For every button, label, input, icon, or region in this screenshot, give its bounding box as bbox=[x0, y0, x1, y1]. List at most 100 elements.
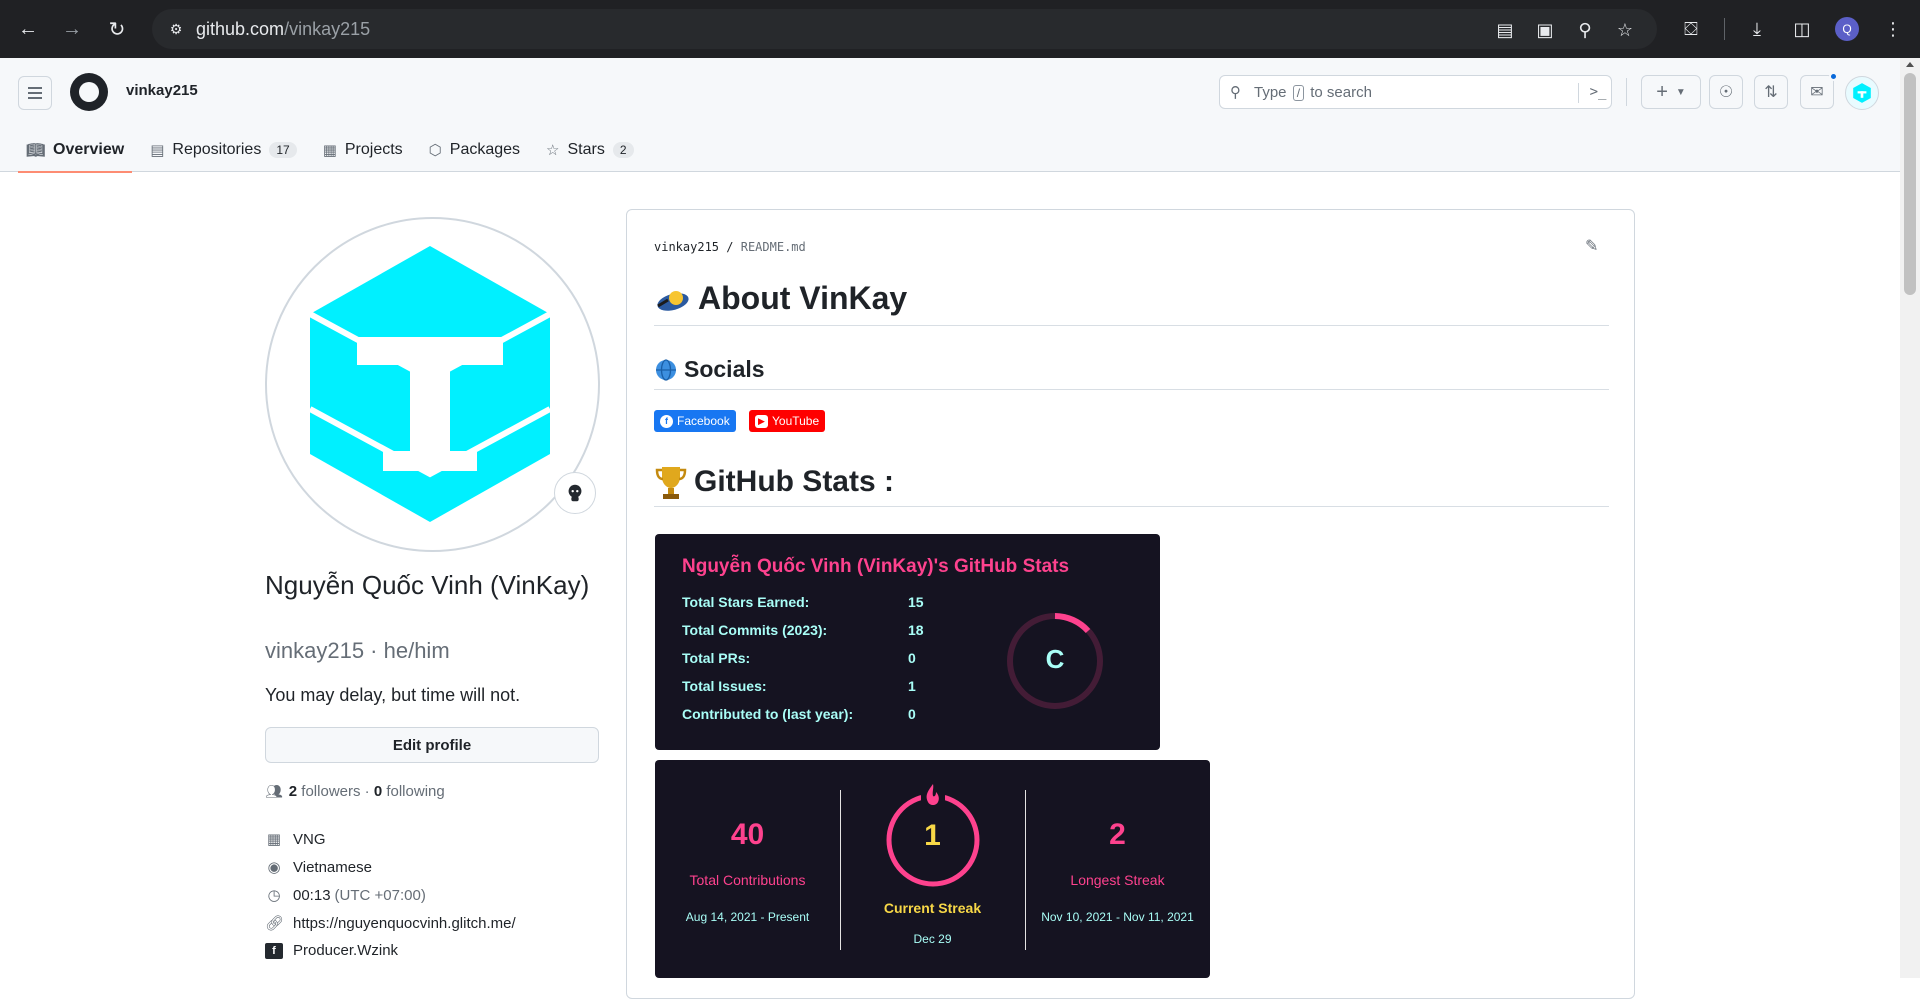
download-icon[interactable]: ⤓ bbox=[1744, 16, 1770, 42]
pull-requests-icon[interactable]: ⇅ bbox=[1754, 75, 1788, 109]
repositories-count: 17 bbox=[269, 142, 297, 158]
clock-icon: ◷ bbox=[267, 887, 281, 904]
zoom-icon[interactable]: ⚲ bbox=[1574, 19, 1596, 41]
globe-icon bbox=[654, 358, 678, 382]
stats-card-title: Nguyễn Quốc Vinh (VinKay)'s GitHub Stats bbox=[682, 556, 1070, 577]
extensions-icon[interactable]: ⛋ bbox=[1678, 16, 1704, 42]
profile-facebook[interactable]: f Producer.Wzink bbox=[265, 942, 398, 959]
facebook-icon: f bbox=[265, 942, 283, 959]
profile-company: ▦ VNG bbox=[266, 830, 326, 849]
status-octocat-icon[interactable] bbox=[554, 472, 596, 514]
hamburger-icon bbox=[28, 92, 42, 94]
profile-bio: You may delay, but time will not. bbox=[265, 685, 521, 705]
readme-file-name: README.md bbox=[740, 240, 806, 254]
tab-overview[interactable]: 📖︎ Overview bbox=[18, 128, 133, 173]
stat-value-stars: 15 bbox=[908, 594, 924, 610]
reload-icon[interactable]: ↻ bbox=[103, 15, 131, 43]
inbox-icon[interactable]: ✉ bbox=[1800, 75, 1834, 109]
issues-icon[interactable]: ☉ bbox=[1709, 75, 1743, 109]
browser-profile-avatar[interactable]: Q bbox=[1835, 17, 1859, 41]
organization-icon: ▦ bbox=[266, 831, 282, 848]
header-username[interactable]: vinkay215 bbox=[126, 82, 198, 99]
current-streak-value: 1 bbox=[924, 819, 941, 852]
github-logo-icon[interactable] bbox=[70, 73, 108, 111]
github-stats-card[interactable]: Nguyễn Quốc Vinh (VinKay)'s GitHub Stats… bbox=[655, 534, 1160, 750]
package-icon: ⬡ bbox=[428, 142, 442, 159]
address-bar[interactable]: ⚙ github.com/vinkay215 ▤ ▣ ⚲ ☆ bbox=[152, 9, 1657, 49]
profile-avatar[interactable] bbox=[265, 217, 600, 552]
stat-label-prs: Total PRs: bbox=[682, 650, 751, 666]
total-contributions-range: Aug 14, 2021 - Present bbox=[685, 910, 810, 924]
user-avatar[interactable] bbox=[1845, 76, 1879, 110]
stat-label-commits: Total Commits (2023): bbox=[682, 622, 828, 638]
total-contributions-value: 40 bbox=[730, 818, 765, 851]
readme-title: About VinKay bbox=[654, 280, 1609, 326]
scrollbar-thumb[interactable] bbox=[1904, 73, 1916, 295]
site-settings-icon[interactable]: ⚙ bbox=[166, 19, 186, 39]
facebook-badge[interactable]: f Facebook bbox=[654, 410, 736, 432]
stars-count: 2 bbox=[612, 142, 634, 158]
github-header: vinkay215 ⚲ Type / to search >_ + ▼ ☉ ⇅ ✉… bbox=[0, 58, 1900, 173]
readme-path: vinkay215 / README.md bbox=[654, 240, 806, 254]
profile-website[interactable]: 🔗︎ https://nguyenquocvinh.glitch.me/ bbox=[265, 914, 516, 933]
follow-stats: 👥︎ 2 followers · 0 following bbox=[265, 783, 445, 800]
toolbar-divider bbox=[1724, 18, 1725, 40]
chrome-menu-icon[interactable]: ⋮ bbox=[1880, 16, 1906, 42]
readme-card: vinkay215 / README.md ✎ About VinKay Soc… bbox=[626, 209, 1635, 999]
total-contributions-label: Total Contributions bbox=[689, 872, 806, 888]
streak-stats-card[interactable]: 40 Total Contributions Aug 14, 2021 - Pr… bbox=[655, 760, 1210, 978]
install-app-icon[interactable]: ▤ bbox=[1494, 19, 1516, 41]
following-count[interactable]: 0 bbox=[374, 783, 382, 800]
tab-projects[interactable]: ▦ Projects bbox=[315, 128, 411, 172]
header-divider bbox=[1626, 78, 1627, 106]
edit-readme-icon[interactable]: ✎ bbox=[1585, 236, 1598, 256]
tab-stars[interactable]: ☆ Stars 2 bbox=[538, 128, 641, 172]
search-input[interactable]: ⚲ Type / to search bbox=[1219, 75, 1612, 109]
streak-divider-right bbox=[1025, 790, 1026, 950]
profile-login: vinkay215 · he/him bbox=[265, 638, 450, 663]
comet-emoji-icon bbox=[654, 282, 692, 316]
longest-streak-range: Nov 10, 2021 - Nov 11, 2021 bbox=[1041, 910, 1194, 924]
streak-divider-left bbox=[840, 790, 841, 950]
create-new-button[interactable]: + ▼ bbox=[1641, 75, 1701, 109]
stat-value-contributed: 0 bbox=[908, 706, 916, 722]
stat-value-issues: 1 bbox=[908, 678, 916, 694]
youtube-icon: ▶ bbox=[755, 414, 768, 428]
translate-icon[interactable]: ▣ bbox=[1534, 19, 1556, 41]
book-icon: 📖︎ bbox=[26, 142, 46, 159]
youtube-badge[interactable]: ▶ YouTube bbox=[749, 410, 826, 432]
browser-toolbar: ← → ↻ ⚙ github.com/vinkay215 ▤ ▣ ⚲ ☆ ⛋ ⤓… bbox=[0, 0, 1920, 58]
longest-streak-value: 2 bbox=[1109, 818, 1126, 851]
command-palette-icon[interactable]: >_ bbox=[1584, 75, 1612, 109]
tab-repositories[interactable]: ▤ Repositories 17 bbox=[142, 128, 304, 172]
open-menu-button[interactable] bbox=[18, 76, 52, 110]
profile-tabs: 📖︎ Overview ▤ Repositories 17 ▦ Projects ⬡ Pa… bbox=[18, 128, 652, 173]
location-icon: ◉ bbox=[267, 859, 281, 876]
tab-packages[interactable]: ⬡ Packages bbox=[421, 128, 528, 172]
bookmark-star-icon[interactable]: ☆ bbox=[1614, 19, 1636, 41]
avatar-logo-image bbox=[308, 246, 552, 522]
readme-owner-link[interactable]: vinkay215 bbox=[654, 240, 719, 254]
profile-location: ◉ Vietnamese bbox=[265, 858, 372, 877]
scroll-up-icon[interactable] bbox=[1906, 62, 1914, 67]
back-icon[interactable]: ← bbox=[14, 15, 42, 43]
longest-streak-label: Longest Streak bbox=[1070, 872, 1165, 888]
facebook-icon: f bbox=[660, 414, 673, 428]
search-divider bbox=[1578, 83, 1579, 103]
stat-label-contributed: Contributed to (last year): bbox=[682, 706, 854, 722]
following-link[interactable]: following bbox=[386, 783, 444, 800]
caret-down-icon: ▼ bbox=[1675, 86, 1686, 98]
side-panel-icon[interactable]: ◫ bbox=[1789, 16, 1815, 42]
profile-local-time: ◷ 00:13 (UTC +07:00) bbox=[265, 886, 425, 905]
notification-indicator bbox=[1829, 72, 1838, 81]
trophy-icon bbox=[654, 464, 688, 500]
repo-icon: ▤ bbox=[150, 142, 165, 159]
page-scrollbar[interactable] bbox=[1900, 58, 1920, 978]
edit-profile-button[interactable]: Edit profile bbox=[265, 727, 599, 763]
followers-count[interactable]: 2 bbox=[289, 783, 297, 800]
url-text[interactable]: github.com/vinkay215 bbox=[196, 19, 370, 40]
followers-link[interactable]: followers bbox=[301, 783, 360, 800]
stat-value-commits: 18 bbox=[908, 622, 924, 638]
forward-icon[interactable]: → bbox=[58, 15, 86, 43]
table-icon: ▦ bbox=[322, 142, 337, 159]
